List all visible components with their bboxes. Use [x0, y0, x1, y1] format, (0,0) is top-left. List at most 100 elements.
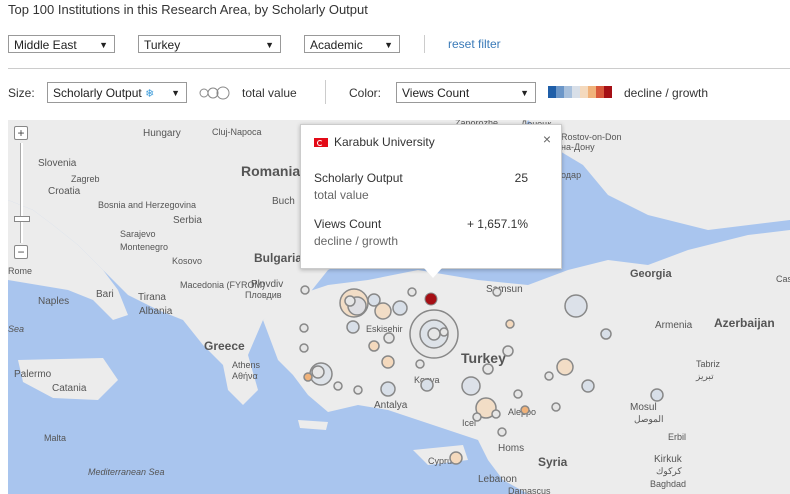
color-swatch: [604, 86, 612, 98]
institution-bubble[interactable]: [472, 412, 482, 422]
institution-bubble[interactable]: [353, 385, 363, 395]
chevron-down-icon: ▼: [265, 40, 274, 50]
map-label: Naples: [38, 296, 69, 307]
zoom-out-button[interactable]: −: [14, 245, 28, 259]
map-label: Bosnia and Herzegovina: [98, 200, 196, 210]
chevron-down-icon: ▼: [99, 40, 108, 50]
map-label: Пловдив: [245, 290, 282, 300]
filter-divider: [424, 35, 425, 53]
institution-bubble[interactable]: [299, 323, 309, 333]
institution-bubble[interactable]: [299, 343, 309, 353]
color-scale-legend: [548, 86, 612, 98]
land-greek-islands: [298, 420, 328, 430]
map-label: Buch: [272, 196, 295, 207]
map-label: Tabriz: [696, 359, 721, 369]
institution-bubble[interactable]: [415, 359, 425, 369]
institution-popup: Karabuk University × Scholarly Output 25…: [300, 124, 562, 278]
institution-bubble[interactable]: [482, 363, 494, 375]
institution-bubble[interactable]: [311, 365, 325, 379]
institution-bubble[interactable]: [600, 328, 612, 340]
institution-bubble[interactable]: [333, 381, 343, 391]
institution-bubble[interactable]: [492, 287, 502, 297]
map-label: Lebanon: [478, 474, 517, 485]
map-label: Antalya: [374, 400, 408, 411]
institution-bubble[interactable]: [427, 327, 441, 341]
zoom-slider-handle[interactable]: [14, 216, 30, 222]
institution-bubble[interactable]: [424, 292, 438, 306]
institution-bubble[interactable]: [513, 389, 523, 399]
color-select-value: Views Count: [402, 86, 470, 100]
map-label: Rostov-on-Don: [561, 132, 622, 142]
color-swatch: [580, 86, 588, 98]
reset-filter-link[interactable]: reset filter: [448, 37, 501, 51]
map-label: Cluj-Napoca: [212, 127, 262, 137]
institution-bubble[interactable]: [368, 340, 380, 352]
popup-metric2-label: Views Count: [314, 217, 382, 231]
map-label: Casp: [776, 274, 790, 284]
map-label: Kirkuk: [654, 454, 683, 465]
institution-bubble[interactable]: [381, 355, 395, 369]
institution-bubble[interactable]: [344, 295, 356, 307]
toolbar-divider: [8, 68, 790, 69]
institution-bubble[interactable]: [346, 320, 360, 334]
page-title: Top 100 Institutions in this Research Ar…: [8, 2, 368, 17]
institution-bubble[interactable]: [383, 332, 395, 344]
color-swatch: [596, 86, 604, 98]
color-label: Color:: [349, 86, 382, 100]
color-swatch: [564, 86, 572, 98]
institution-bubble[interactable]: [564, 294, 588, 318]
institution-bubble[interactable]: [544, 371, 554, 381]
institution-bubble[interactable]: [380, 381, 396, 397]
institution-bubble[interactable]: [407, 287, 417, 297]
institution-bubble[interactable]: [439, 327, 449, 337]
color-select[interactable]: Views Count ▼: [396, 82, 536, 103]
map-label: Hungary: [143, 128, 181, 139]
map-label: Zagreb: [71, 174, 100, 184]
institution-bubble[interactable]: [491, 409, 501, 419]
popup-metric1-sub: total value: [314, 188, 369, 202]
institution-bubble[interactable]: [367, 293, 381, 307]
map-label: на-Дону: [561, 142, 595, 152]
map-label: Turkey: [461, 350, 506, 366]
close-icon[interactable]: ×: [543, 131, 551, 147]
institution-bubble[interactable]: [392, 300, 408, 316]
institution-bubble[interactable]: [650, 388, 664, 402]
map-label: одар: [561, 170, 581, 180]
map-label: Slovenia: [38, 158, 77, 169]
institution-bubble[interactable]: [497, 427, 507, 437]
institution-bubble[interactable]: [461, 376, 481, 396]
institution-bubble[interactable]: [300, 285, 310, 295]
map-label: كركوك: [656, 466, 682, 477]
country-select-value: Turkey: [144, 38, 181, 52]
region-select-value: Middle East: [14, 38, 77, 52]
institution-bubble[interactable]: [449, 451, 463, 465]
map-label: Albania: [139, 306, 173, 317]
map-label: Erbil: [668, 432, 686, 442]
sector-select[interactable]: Academic ▼: [304, 35, 400, 53]
size-select-value: Scholarly Output: [53, 86, 142, 100]
institution-bubble[interactable]: [520, 405, 530, 415]
controls-divider: [325, 80, 326, 104]
institution-bubble[interactable]: [556, 358, 574, 376]
size-legend-text: total value: [242, 86, 297, 100]
institution-bubble[interactable]: [551, 402, 561, 412]
chevron-down-icon: ▼: [520, 88, 529, 98]
map-label: Bari: [96, 289, 114, 300]
institution-bubble[interactable]: [581, 379, 595, 393]
map-label: Samsun: [486, 284, 523, 295]
popup-institution-name: Karabuk University: [334, 135, 435, 149]
institution-bubble[interactable]: [502, 345, 514, 357]
map-label: Homs: [498, 443, 524, 454]
region-select[interactable]: Middle East ▼: [8, 35, 115, 53]
institution-bubble[interactable]: [420, 378, 434, 392]
zoom-slider-track[interactable]: [20, 143, 23, 243]
zoom-in-button[interactable]: +: [14, 126, 28, 140]
map-label: Bulgaria: [254, 251, 302, 265]
map-label: Croatia: [48, 186, 81, 197]
institution-bubble[interactable]: [303, 372, 313, 382]
size-select[interactable]: Scholarly Output ❄ ▼: [47, 82, 187, 103]
institution-bubble[interactable]: [505, 319, 515, 329]
country-select[interactable]: Turkey ▼: [138, 35, 281, 53]
size-label: Size:: [8, 86, 35, 100]
map-label: Sea: [8, 324, 24, 334]
